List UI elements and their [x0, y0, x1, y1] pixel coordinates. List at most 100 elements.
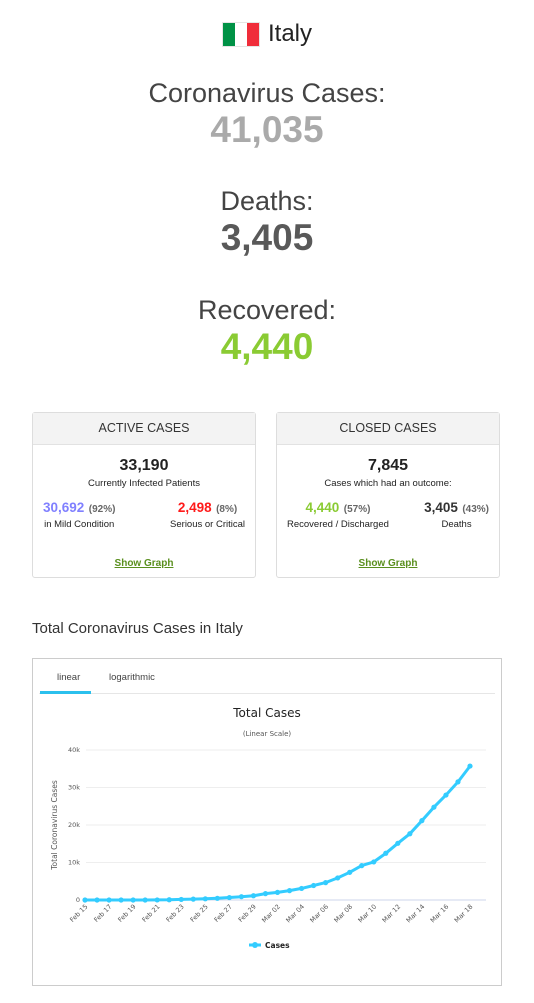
recovered-value: 4,440 [305, 500, 340, 515]
total-cases-chart: Total Cases (Linear Scale) Total Coronav… [50, 706, 486, 950]
serious-percent: (8%) [216, 504, 238, 515]
chart-container: linear logarithmic Total Cases (Linear S… [32, 658, 502, 986]
chart-title: Total Cases [232, 706, 300, 720]
x-tick-label: Feb 25 [189, 903, 210, 924]
data-point[interactable] [154, 897, 160, 903]
data-point[interactable] [262, 891, 269, 897]
mild-label: in Mild Condition [44, 519, 115, 530]
data-point[interactable] [298, 885, 305, 892]
chart-subtitle: (Linear Scale) [243, 730, 292, 738]
data-point[interactable] [383, 850, 389, 856]
cases-number: 41,035 [210, 109, 324, 150]
cases-counter: Coronavirus Cases: 41,035 [0, 78, 534, 151]
data-point[interactable] [395, 840, 401, 846]
legend-label-cases: Cases [265, 941, 290, 950]
x-tick-label: Mar 08 [332, 903, 354, 925]
active-cases-total: 33,190 [119, 457, 169, 474]
data-point[interactable] [335, 875, 341, 881]
data-point[interactable] [130, 897, 136, 903]
data-point[interactable] [118, 897, 124, 903]
data-point[interactable] [94, 897, 100, 903]
x-tick-label: Feb 17 [92, 903, 113, 924]
x-tick-label: Mar 16 [429, 903, 451, 925]
graph-section-title: Total Coronavirus Cases in Italy [32, 620, 243, 637]
x-tick-label: Mar 14 [405, 903, 427, 925]
closed-cases-title: CLOSED CASES [277, 413, 499, 445]
data-point[interactable] [286, 888, 293, 894]
deaths-number: 3,405 [220, 217, 314, 258]
active-cases-subtitle: Currently Infected Patients [88, 478, 200, 489]
italy-flag-icon [221, 21, 260, 47]
recovered-percent: (57%) [343, 504, 371, 515]
closed-cases-subtitle: Cases which had an outcome: [324, 478, 452, 489]
data-point[interactable] [214, 895, 220, 901]
closed-show-graph-link[interactable]: Show Graph [277, 558, 499, 569]
legend-marker-icon [252, 942, 258, 948]
chart-legend[interactable]: Cases [249, 941, 290, 950]
y-tick-label: 0 [76, 896, 80, 904]
deaths-label: Deaths: [220, 186, 314, 216]
x-tick-label: Mar 10 [357, 903, 379, 925]
data-point[interactable] [310, 882, 317, 889]
y-tick-label: 20k [68, 821, 80, 829]
data-point[interactable] [431, 804, 437, 810]
data-point[interactable] [106, 897, 112, 903]
mild-percent: (92%) [88, 504, 116, 515]
deaths-counter: Deaths: 3,405 [0, 186, 534, 259]
data-point[interactable] [347, 869, 353, 875]
x-tick-label: Mar 06 [308, 903, 330, 925]
data-point[interactable] [142, 897, 148, 903]
data-point[interactable] [202, 896, 208, 902]
closed-cases-panel: CLOSED CASES 7,845 Cases which had an ou… [276, 412, 500, 578]
data-point[interactable] [359, 863, 365, 869]
x-tick-label: Mar 12 [381, 903, 403, 925]
mild-value: 30,692 [43, 500, 85, 515]
x-tick-label: Feb 29 [237, 903, 258, 924]
data-point[interactable] [178, 896, 184, 903]
serious-value: 2,498 [177, 500, 212, 515]
recovered-stat-label: Recovered / Discharged [287, 519, 389, 530]
recovered-stat: 4,440 (57%) Recovered / Discharged [287, 499, 389, 530]
x-tick-label: Mar 02 [260, 903, 282, 925]
cases-label: Coronavirus Cases: [148, 78, 386, 108]
x-tick-label: Feb 23 [165, 903, 186, 924]
data-point[interactable] [443, 792, 449, 798]
mild-condition-stat: 30,692 (92%) in Mild Condition [43, 499, 115, 530]
deaths-stat-label: Deaths [441, 519, 472, 530]
data-point[interactable] [166, 897, 172, 903]
x-tick-label: Feb 19 [116, 903, 137, 924]
x-tick-label: Feb 21 [140, 903, 161, 924]
active-cases-panel: ACTIVE CASES 33,190 Currently Infected P… [32, 412, 256, 578]
serious-label: Serious or Critical [170, 519, 245, 530]
data-point[interactable] [407, 831, 413, 837]
data-point[interactable] [467, 763, 473, 769]
data-point[interactable] [455, 779, 461, 785]
data-point[interactable] [323, 880, 329, 886]
x-tick-label: Feb 27 [213, 903, 234, 924]
deaths-value: 3,405 [424, 500, 458, 515]
country-name: Italy [267, 20, 312, 47]
data-point[interactable] [250, 893, 257, 899]
y-tick-label: 40k [68, 746, 80, 754]
recovered-counter: Recovered: 4,440 [0, 295, 534, 368]
serious-condition-stat: 2,498 (8%) Serious or Critical [170, 499, 245, 530]
data-point[interactable] [82, 897, 88, 903]
deaths-percent: (43%) [462, 504, 489, 515]
data-point[interactable] [226, 894, 232, 901]
data-point[interactable] [238, 894, 245, 900]
country-header: Italy [0, 20, 534, 48]
data-point[interactable] [274, 889, 281, 895]
data-point[interactable] [371, 859, 377, 865]
y-tick-label: 30k [68, 784, 80, 792]
x-tick-label: Mar 04 [284, 903, 306, 925]
data-point[interactable] [190, 896, 196, 902]
active-cases-title: ACTIVE CASES [33, 413, 255, 445]
recovered-number: 4,440 [220, 326, 314, 367]
deaths-stat: 3,405 (43%) Deaths [424, 499, 489, 530]
y-axis-title: Total Coronavirus Cases [50, 780, 59, 871]
x-tick-label: Feb 15 [68, 903, 89, 924]
data-point[interactable] [419, 818, 425, 824]
closed-cases-total: 7,845 [367, 457, 409, 474]
active-show-graph-link[interactable]: Show Graph [33, 558, 255, 569]
y-tick-label: 10k [68, 859, 80, 867]
